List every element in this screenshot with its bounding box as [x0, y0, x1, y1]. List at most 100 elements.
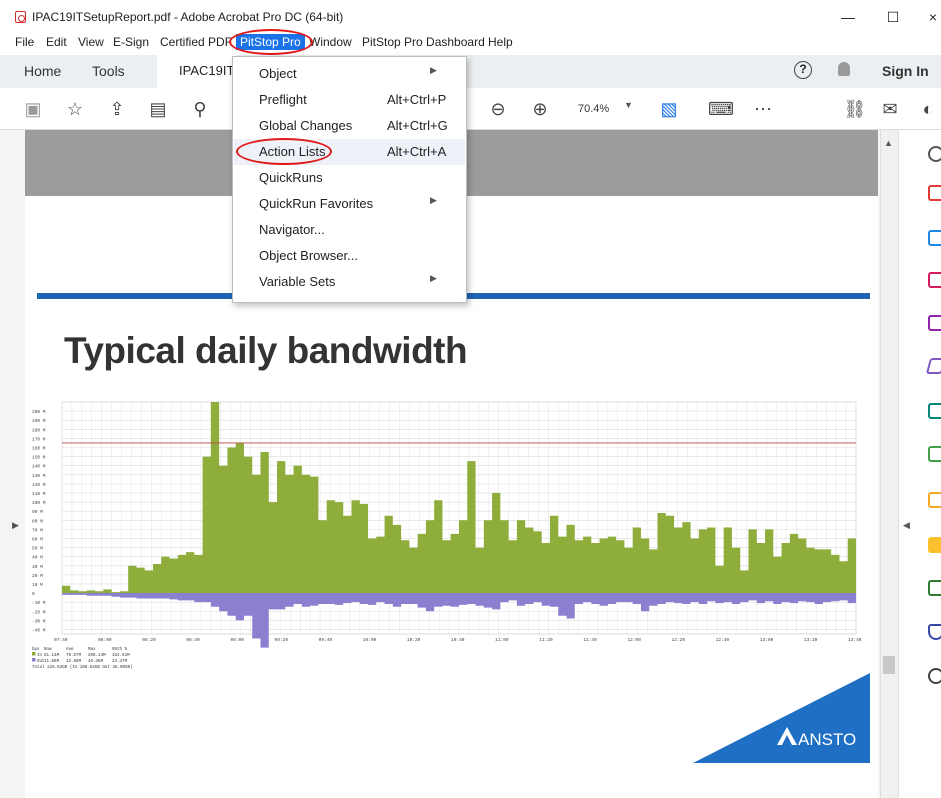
legend-cell: 46.36M — [88, 660, 104, 664]
y-tick-label: 180 M — [32, 427, 46, 433]
dd-quickrun-favorites[interactable]: QuickRun Favorites ▶ — [234, 191, 465, 217]
help-icon[interactable]: ? — [794, 61, 812, 79]
x-tick-label: 08:20 — [142, 637, 156, 643]
legend-header: Ave — [66, 648, 74, 652]
page-fit-icon[interactable]: ▧ — [656, 96, 682, 122]
x-tick-label: 12:00 — [627, 637, 641, 643]
highlight-annotation — [229, 29, 313, 55]
y-tick-label: 120 M — [32, 482, 46, 488]
search-tools-icon[interactable] — [928, 146, 941, 162]
legend-swatch — [32, 652, 36, 656]
scrollbar-thumb[interactable] — [883, 656, 895, 674]
x-tick-label: 08:00 — [98, 637, 112, 643]
zoom-out-icon[interactable]: ⊖ — [485, 96, 511, 122]
share-link-icon[interactable]: ⛓ — [842, 96, 868, 122]
menu-certified-pdf[interactable]: Certified PDF — [160, 35, 232, 49]
more-tools-wrench-icon[interactable] — [928, 668, 941, 684]
dd-navigator[interactable]: Navigator... — [234, 217, 465, 243]
dd-global-changes-label: Global Changes — [259, 118, 353, 133]
maximize-button[interactable]: ☐ — [878, 6, 908, 28]
x-tick-label: 10:00 — [363, 637, 377, 643]
comment-icon[interactable] — [928, 492, 941, 508]
y-tick-label: 20 M — [32, 573, 43, 579]
x-tick-label: 10:40 — [451, 637, 465, 643]
more-options-icon[interactable]: ⋯ — [750, 96, 776, 122]
legend-swatch — [32, 658, 36, 662]
keyboard-icon[interactable]: ⌨ — [708, 96, 734, 122]
cloud-upload-icon[interactable]: ⇪ — [104, 96, 130, 122]
dd-object-browser[interactable]: Object Browser... — [234, 243, 465, 269]
combine-files-icon[interactable] — [928, 403, 941, 419]
sticky-note-icon[interactable] — [928, 537, 941, 553]
left-panel-toggle-icon[interactable]: ▶ — [12, 520, 19, 531]
legend-cell: 61.14M — [44, 654, 60, 658]
x-tick-label: 09:20 — [275, 637, 289, 643]
dd-global-changes[interactable]: Global Changes Alt+Ctrl+G — [234, 113, 465, 139]
y-tick-label: 160 M — [32, 445, 46, 451]
title-bar: IPAC19ITSetupReport.pdf - Adobe Acrobat … — [0, 0, 941, 33]
user-icon[interactable]: ◐ — [915, 96, 941, 122]
zoom-dropdown-icon[interactable]: ▼ — [624, 100, 633, 110]
dd-variable-sets[interactable]: Variable Sets ▶ — [234, 269, 465, 295]
scroll-up-arrow[interactable]: ▲ — [884, 138, 893, 148]
bookmark-star-icon[interactable]: ☆ — [62, 96, 88, 122]
legend-header: bps — [32, 647, 40, 652]
dd-object[interactable]: Object ▶ — [234, 61, 465, 87]
tab-document[interactable]: IPAC19IT — [157, 55, 237, 88]
x-tick-label: 09:00 — [230, 637, 244, 643]
menu-bar: File Edit View E-Sign Certified PDF PitS… — [0, 33, 941, 53]
save-icon[interactable]: ▣ — [20, 96, 46, 122]
menu-view[interactable]: View — [78, 35, 104, 49]
y-tick-label: 100 M — [32, 500, 46, 506]
dd-navigator-label: Navigator... — [259, 222, 325, 237]
zoom-in-icon[interactable]: ⊕ — [527, 96, 553, 122]
sign-in-link[interactable]: Sign In — [882, 63, 929, 79]
close-button[interactable]: × — [918, 6, 941, 28]
protect-icon[interactable] — [928, 624, 941, 640]
y-tick-label: 170 M — [32, 436, 46, 442]
y-tick-label: 30 M — [32, 564, 43, 570]
window-title: IPAC19ITSetupReport.pdf - Adobe Acrobat … — [32, 10, 344, 24]
menu-window[interactable]: Window — [309, 35, 352, 49]
y-tick-label: 60 M — [32, 536, 43, 542]
tab-tools[interactable]: Tools — [92, 63, 125, 79]
bandwidth-chart: 200 M 190 M 180 M 170 M 160 M 150 M 140 M 130 M… — [32, 401, 862, 670]
create-pdf-icon[interactable] — [928, 185, 941, 201]
email-icon[interactable]: ✉ — [877, 96, 903, 122]
compress-pdf-icon[interactable] — [928, 446, 941, 462]
dd-preflight-label: Preflight — [259, 92, 307, 107]
menu-file[interactable]: File — [15, 35, 34, 49]
pitstop-pro-dropdown: Object ▶ Preflight Alt+Ctrl+P Global Cha… — [232, 56, 467, 303]
legend-cell: 13.88M — [66, 660, 82, 664]
dd-preflight[interactable]: Preflight Alt+Ctrl+P — [234, 87, 465, 113]
y-tick-label: 50 M — [32, 546, 43, 552]
vertical-scrollbar[interactable] — [880, 130, 898, 798]
legend-total: Total 225.63GB (In 188.54GB Out 35.09GB) — [32, 665, 133, 670]
zoom-out-search-icon[interactable]: ⚲ — [187, 96, 213, 122]
y-tick-label: 140 M — [32, 464, 46, 470]
menu-esign[interactable]: E-Sign — [113, 35, 149, 49]
page-heading: Typical daily bandwidth — [64, 330, 468, 371]
edit-pdf-icon[interactable] — [928, 315, 941, 331]
dd-object-label: Object — [259, 66, 297, 81]
minimize-button[interactable]: — — [833, 6, 863, 28]
y-tick-label: -10 M — [32, 600, 46, 606]
export-pdf-icon[interactable] — [928, 230, 941, 246]
highlight-annotation-action-lists — [236, 138, 332, 165]
x-tick-label: 09:40 — [319, 637, 333, 643]
y-tick-label: 10 M — [32, 582, 43, 588]
organize-pages-icon[interactable] — [928, 272, 941, 288]
zoom-level[interactable]: 70.4% — [578, 103, 609, 115]
menu-help[interactable]: Help — [488, 35, 513, 49]
legend-cell: 208.14M — [88, 654, 106, 658]
dd-quickruns[interactable]: QuickRuns — [234, 165, 465, 191]
right-panel-collapse-icon[interactable]: ◀ — [903, 520, 910, 531]
y-tick-label: 190 M — [32, 418, 46, 424]
print-production-icon[interactable] — [928, 580, 941, 596]
menu-edit[interactable]: Edit — [46, 35, 67, 49]
tab-home[interactable]: Home — [24, 63, 61, 79]
bell-icon[interactable] — [838, 62, 850, 76]
x-tick-label: 11:20 — [539, 637, 553, 643]
print-icon[interactable]: ▤ — [145, 96, 171, 122]
menu-pitstop-dashboard[interactable]: PitStop Pro Dashboard — [362, 35, 485, 49]
